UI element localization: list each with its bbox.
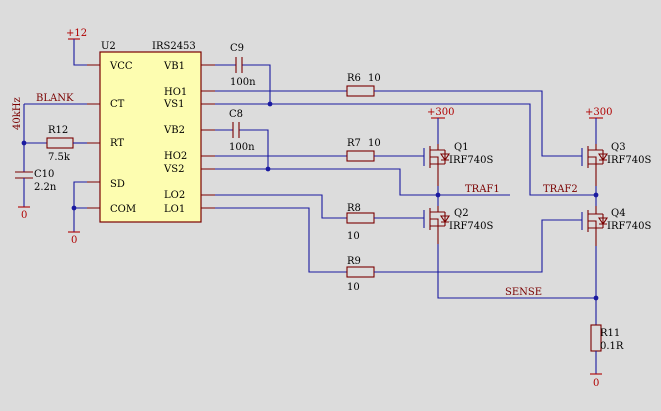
- v300-label-b: +300: [585, 107, 612, 118]
- c9-ref: C9: [230, 43, 244, 54]
- mosfet-q4[interactable]: [572, 206, 609, 246]
- pin-com: COM: [110, 204, 136, 215]
- schematic-sheet: U2 IRS2453 VCC CT RT SD COM VB1 HO1 VS1 …: [0, 0, 661, 406]
- v12-label: +12: [66, 28, 87, 39]
- pin-ho2: HO2: [164, 151, 187, 162]
- q1-part: IRF740S: [449, 155, 494, 166]
- q2-ref: Q2: [454, 208, 469, 219]
- ic-part: IRS2453: [152, 41, 196, 52]
- q3-part: IRF740S: [607, 155, 652, 166]
- pin-sd: SD: [110, 179, 125, 190]
- gnd-label-3: 0: [593, 378, 599, 389]
- r7-body[interactable]: [346, 150, 375, 162]
- q4-ref: Q4: [611, 208, 626, 219]
- q2-part: IRF740S: [449, 221, 494, 232]
- q4-part: IRF740S: [607, 221, 652, 232]
- r9-body[interactable]: [346, 266, 375, 278]
- ic-u2-body[interactable]: [99, 51, 202, 223]
- r6-body[interactable]: [346, 85, 375, 97]
- c10-plates[interactable]: [15, 171, 33, 179]
- r6-ref: R6: [347, 73, 361, 84]
- r8-value: 10: [347, 231, 360, 242]
- q1-ref: Q1: [454, 142, 469, 153]
- c8-ref: C8: [229, 109, 243, 120]
- q3-ref: Q3: [611, 142, 626, 153]
- gnd-label-2: 0: [71, 235, 77, 246]
- c8-plates[interactable]: [232, 122, 240, 138]
- r12-body[interactable]: [46, 137, 74, 149]
- pin-ho1: HO1: [164, 87, 187, 98]
- traf1-net-label: TRAF1: [465, 184, 500, 195]
- pin-lo1: LO1: [164, 204, 185, 215]
- schematic-canvas: U2 IRS2453 VCC CT RT SD COM VB1 HO1 VS1 …: [12, 28, 652, 389]
- r12-ref: R12: [48, 125, 68, 136]
- sense-net-label: SENSE: [505, 287, 542, 298]
- v300-label-a: +300: [427, 107, 454, 118]
- r7-ref: R7: [347, 138, 361, 149]
- r6-value: 10: [368, 73, 381, 84]
- pin-ct: CT: [110, 99, 125, 110]
- r12-value: 7.5k: [48, 152, 71, 163]
- c8-value: 100n: [229, 142, 255, 153]
- pin-vs2: VS2: [163, 164, 184, 175]
- r7-value: 10: [368, 138, 381, 149]
- c9-plates[interactable]: [235, 57, 243, 73]
- c9-value: 100n: [230, 77, 256, 88]
- pin-vb2: VB2: [163, 125, 185, 136]
- blank-net-label: BLANK: [36, 93, 74, 104]
- r11-ref: R11: [600, 328, 620, 339]
- r9-value: 10: [347, 282, 360, 293]
- pin-vs1: VS1: [163, 99, 184, 110]
- r8-ref: R8: [347, 203, 361, 214]
- traf2-net-label: TRAF2: [543, 184, 578, 195]
- mosfet-q1[interactable]: [416, 144, 451, 186]
- r8-body[interactable]: [346, 212, 375, 224]
- r9-ref: R9: [347, 256, 361, 267]
- pin-vcc: VCC: [109, 61, 133, 72]
- pin-lo2: LO2: [164, 190, 185, 201]
- pin-rt: RT: [110, 138, 124, 149]
- ic-ref: U2: [101, 41, 116, 52]
- c10-ref: C10: [34, 169, 54, 180]
- mosfet-q2[interactable]: [416, 206, 451, 244]
- gnd-label-1: 0: [21, 210, 27, 221]
- mosfet-q3[interactable]: [572, 144, 609, 186]
- c10-value: 2.2n: [34, 182, 57, 193]
- r11-value: 0.1R: [600, 341, 624, 352]
- freq-label: 40kHz: [12, 97, 23, 130]
- pin-vb1: VB1: [163, 61, 185, 72]
